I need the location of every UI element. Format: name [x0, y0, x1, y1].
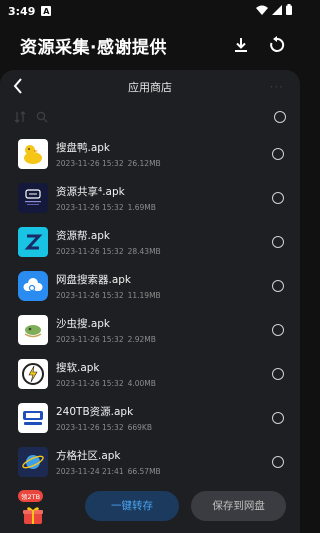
status-icons: [256, 4, 292, 18]
signal-icon: [272, 4, 282, 18]
list-toolbar: [0, 104, 300, 130]
app-title: 资源采集·感谢提供: [20, 37, 167, 58]
refresh-icon[interactable]: [266, 34, 288, 56]
file-select-radio[interactable]: [272, 456, 284, 468]
sheet-header: 应用商店 ···: [0, 70, 300, 104]
file-name: 资源共享⁴.apk: [56, 186, 125, 198]
file-size: 2.92MB: [127, 335, 156, 344]
file-meta: 2023-11-26 15:32 28.43MB: [56, 247, 272, 256]
file-date: 2023-11-26 15:32: [56, 423, 124, 432]
file-info: 沙虫搜.apk 2023-11-26 15:32 2.92MB: [56, 316, 272, 344]
battery-icon: [286, 4, 292, 18]
file-info: 240TB资源.apk 2023-11-26 15:32 669KB: [56, 404, 272, 432]
file-size: 11.19MB: [127, 291, 161, 300]
file-meta: 2023-11-26 15:32 2.92MB: [56, 335, 272, 344]
file-info: 搜软.apk 2023-11-26 15:32 4.00MB: [56, 360, 272, 388]
search-icon[interactable]: [36, 108, 48, 127]
file-select-radio[interactable]: [272, 280, 284, 292]
planet-icon: [18, 447, 48, 477]
file-row[interactable]: 搜软.apk 2023-11-26 15:32 4.00MB: [0, 352, 300, 396]
select-all-radio[interactable]: [274, 111, 286, 123]
file-size: 4.00MB: [127, 379, 156, 388]
quick-save-button[interactable]: 一键转存: [84, 490, 180, 521]
file-info: 方格社区.apk 2023-11-24 21:41 66.57MB: [56, 448, 272, 476]
save-to-disk-button[interactable]: 保存到网盘: [191, 490, 286, 521]
back-icon[interactable]: [12, 77, 24, 99]
notification-icon: A: [41, 6, 52, 16]
gift-badge: 领2TB: [18, 489, 44, 502]
file-date: 2023-11-26 15:32: [56, 203, 124, 212]
file-meta: 2023-11-24 21:41 66.57MB: [56, 467, 272, 476]
file-date: 2023-11-26 15:32: [56, 335, 124, 344]
download-icon[interactable]: [230, 34, 252, 56]
file-size: 28.43MB: [127, 247, 161, 256]
file-size: 1.69MB: [127, 203, 156, 212]
file-select-radio[interactable]: [272, 412, 284, 424]
file-meta: 2023-11-26 15:32 26.12MB: [56, 159, 272, 168]
file-select-radio[interactable]: [272, 148, 284, 160]
file-select-radio[interactable]: [272, 192, 284, 204]
z-icon: [18, 227, 48, 257]
sort-icon[interactable]: [14, 108, 26, 127]
file-date: 2023-11-26 15:32: [56, 379, 124, 388]
file-meta: 2023-11-26 15:32 11.19MB: [56, 291, 272, 300]
file-name: 搜软.apk: [56, 362, 100, 374]
file-date: 2023-11-26 15:32: [56, 159, 124, 168]
cloud-search-icon: [18, 271, 48, 301]
lightning-icon: [18, 359, 48, 389]
file-sheet: 应用商店 ··· 搜盘鸭.apk 2023-11-26 15:32 26.12MB: [0, 70, 300, 533]
file-info: 搜盘鸭.apk 2023-11-26 15:32 26.12MB: [56, 140, 272, 168]
file-row[interactable]: 240TB资源.apk 2023-11-26 15:32 669KB: [0, 396, 300, 440]
folder-name: 应用商店: [128, 81, 172, 94]
file-select-radio[interactable]: [272, 236, 284, 248]
file-name: 沙虫搜.apk: [56, 318, 111, 330]
file-info: 资源帮.apk 2023-11-26 15:32 28.43MB: [56, 228, 272, 256]
file-info: 资源共享⁴.apk 2023-11-26 15:32 1.69MB: [56, 184, 272, 212]
status-bar: 3:49 A: [0, 0, 300, 22]
file-size: 669KB: [127, 423, 152, 432]
240tb-icon: [18, 403, 48, 433]
wifi-icon: [256, 5, 268, 18]
file-size: 66.57MB: [127, 467, 161, 476]
sandworm-icon: [18, 315, 48, 345]
file-row[interactable]: 沙虫搜.apk 2023-11-26 15:32 2.92MB: [0, 308, 300, 352]
file-date: 2023-11-26 15:32: [56, 291, 124, 300]
file-row[interactable]: 资源帮.apk 2023-11-26 15:32 28.43MB: [0, 220, 300, 264]
file-list: 搜盘鸭.apk 2023-11-26 15:32 26.12MB 资源共享⁴.ap…: [0, 132, 300, 484]
file-date: 2023-11-26 15:32: [56, 247, 124, 256]
title-bar: 资源采集·感谢提供: [0, 22, 300, 68]
file-select-radio[interactable]: [272, 324, 284, 336]
duck-icon: [18, 139, 48, 169]
file-name: 搜盘鸭.apk: [56, 142, 111, 154]
bottom-bar: 领2TB 一键转存 保存到网盘: [0, 478, 300, 533]
title-actions: [230, 34, 300, 56]
file-info: 网盘搜索器.apk 2023-11-26 15:32 11.19MB: [56, 272, 272, 300]
file-size: 26.12MB: [127, 159, 161, 168]
file-name: 方格社区.apk: [56, 450, 121, 462]
file-date: 2023-11-24 21:41: [56, 467, 124, 476]
file-select-radio[interactable]: [272, 368, 284, 380]
file-row[interactable]: 网盘搜索器.apk 2023-11-26 15:32 11.19MB: [0, 264, 300, 308]
status-time: 3:49: [8, 4, 36, 18]
file-name: 240TB资源.apk: [56, 406, 134, 418]
more-icon[interactable]: ···: [270, 80, 284, 94]
file-name: 资源帮.apk: [56, 230, 111, 242]
gift-icon: [22, 505, 44, 529]
file-meta: 2023-11-26 15:32 4.00MB: [56, 379, 272, 388]
file-row[interactable]: 搜盘鸭.apk 2023-11-26 15:32 26.12MB: [0, 132, 300, 176]
resource-share-icon: [18, 183, 48, 213]
file-name: 网盘搜索器.apk: [56, 274, 132, 286]
file-row[interactable]: 资源共享⁴.apk 2023-11-26 15:32 1.69MB: [0, 176, 300, 220]
file-meta: 2023-11-26 15:32 1.69MB: [56, 203, 272, 212]
file-meta: 2023-11-26 15:32 669KB: [56, 423, 272, 432]
gift-promo[interactable]: 领2TB: [14, 483, 53, 529]
